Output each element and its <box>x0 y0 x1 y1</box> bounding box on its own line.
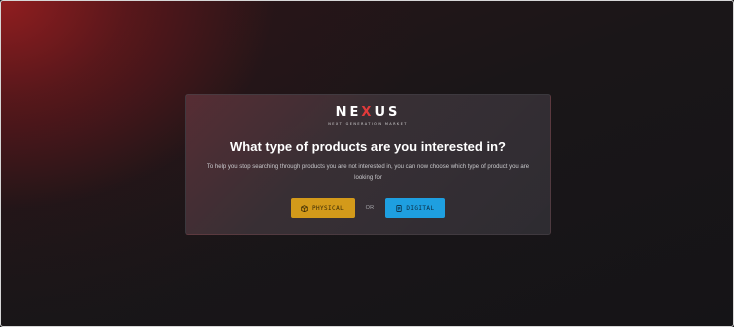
document-icon <box>396 204 403 212</box>
nexus-logo: NEXUS NEXT GENERATION MARKET <box>186 103 550 126</box>
modal-description: To help you stop searching through produ… <box>206 164 530 181</box>
physical-button[interactable]: PHYSICAL <box>290 198 355 218</box>
logo-tagline: NEXT GENERATION MARKET <box>328 122 408 126</box>
logo-text-end: US <box>374 105 401 120</box>
logo-x-letter: X <box>361 105 375 120</box>
digital-button-label: DIGITAL <box>406 204 435 212</box>
physical-button-label: PHYSICAL <box>312 204 345 212</box>
modal-title: What type of products are you interested… <box>230 139 506 154</box>
logo-wordmark: NEXUS <box>336 106 401 119</box>
product-type-choices: PHYSICAL OR DIGITAL <box>186 198 550 218</box>
box-icon <box>301 204 308 212</box>
or-separator: OR <box>365 205 375 211</box>
digital-button[interactable]: DIGITAL <box>385 198 446 218</box>
page-background: NEXUS NEXT GENERATION MARKET What type o… <box>0 0 734 327</box>
logo-text-start: NE <box>335 105 362 120</box>
product-type-modal: NEXUS NEXT GENERATION MARKET What type o… <box>185 94 551 235</box>
